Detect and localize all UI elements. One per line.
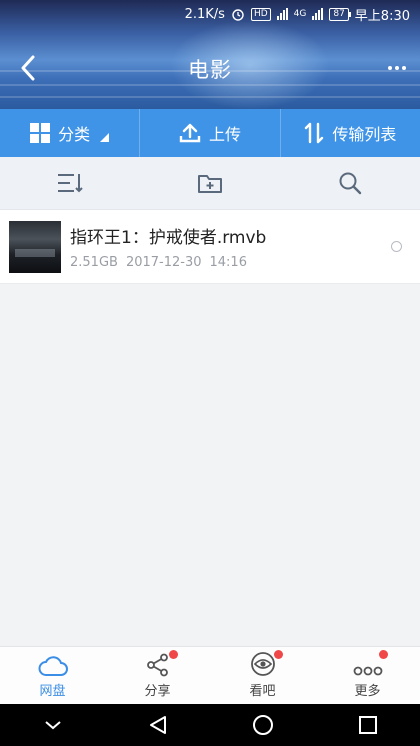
back-nav-button[interactable] (138, 705, 178, 745)
chevron-left-icon (21, 55, 35, 81)
file-list: 指环王1：护戒使者.rmvb 2.51GB 2017-12-30 14:16 (0, 210, 420, 284)
transfer-list-button[interactable]: 传输列表 (281, 109, 420, 157)
file-date: 2017-12-30 (125, 255, 202, 270)
more-circles-icon (353, 666, 382, 676)
bottom-tab-bar: 网盘 分享 看吧 更多 (0, 646, 420, 704)
tab-label-more: 更多 (354, 684, 381, 699)
tab-share[interactable]: 分享 (105, 647, 210, 704)
dropdown-triangle-icon (100, 132, 110, 142)
tool-row (0, 157, 420, 210)
file-time: 14:16 (209, 255, 247, 270)
share-badge (169, 650, 178, 659)
network-type: 4G (293, 9, 307, 19)
tab-watch[interactable]: 看吧 (210, 647, 315, 704)
chevron-down-icon (44, 721, 61, 730)
tab-label-share: 分享 (144, 684, 171, 699)
cloud-icon (38, 656, 68, 676)
more-dots-icon (388, 66, 392, 70)
upload-button[interactable]: 上传 (140, 109, 281, 157)
signal-icon (276, 8, 288, 20)
video-thumbnail (9, 220, 61, 273)
file-name: 指环王1：护戒使者.rmvb (70, 228, 267, 248)
home-circle-icon (252, 715, 273, 735)
title-bar: 电影 (0, 28, 420, 109)
category-button[interactable]: 分类 (0, 109, 141, 157)
back-button[interactable] (14, 52, 42, 84)
tab-netdisk[interactable]: 网盘 (0, 647, 105, 704)
search-icon (339, 172, 362, 195)
category-label: 分类 (58, 125, 91, 144)
watch-badge (274, 650, 283, 659)
hd-badge: HD (250, 7, 271, 21)
signal-icon-2 (312, 8, 324, 20)
sort-button[interactable] (0, 157, 140, 209)
action-bar: 分类 上传 传输列表 (0, 109, 420, 157)
new-folder-button[interactable] (140, 157, 280, 209)
file-size: 2.51GB (70, 255, 118, 270)
battery-indicator: 87 (329, 7, 352, 21)
page-title: 电影 (188, 57, 232, 82)
recents-nav-button[interactable] (348, 705, 388, 745)
back-triangle-icon (149, 716, 166, 734)
recents-square-icon (358, 716, 377, 734)
select-radio[interactable] (391, 241, 402, 252)
hide-keyboard-button[interactable] (33, 705, 73, 745)
home-nav-button[interactable] (243, 705, 283, 745)
tab-more[interactable]: 更多 (315, 647, 420, 704)
transfer-arrows-icon (305, 122, 324, 144)
search-button[interactable] (280, 157, 420, 209)
grid-icon (30, 123, 51, 143)
tab-label-watch: 看吧 (249, 684, 276, 699)
clock: 早上8:30 (354, 8, 410, 24)
new-folder-icon (198, 175, 222, 193)
tab-label-netdisk: 网盘 (39, 684, 66, 699)
upload-label: 上传 (208, 125, 241, 144)
sort-icon (58, 174, 83, 193)
eye-icon (250, 652, 275, 676)
network-speed: 2.1K/s (184, 6, 225, 22)
file-row[interactable]: 指环王1：护戒使者.rmvb 2.51GB 2017-12-30 14:16 (0, 210, 420, 284)
system-nav-bar (0, 704, 420, 746)
share-icon (146, 653, 168, 677)
more-button[interactable] (384, 56, 410, 80)
upload-icon (179, 123, 201, 143)
more-badge (379, 650, 388, 659)
status-bar: 2.1K/s HD 4G 87 早上8:30 (0, 0, 420, 28)
alarm-icon (231, 7, 245, 21)
transfer-list-label: 传输列表 (332, 125, 397, 144)
